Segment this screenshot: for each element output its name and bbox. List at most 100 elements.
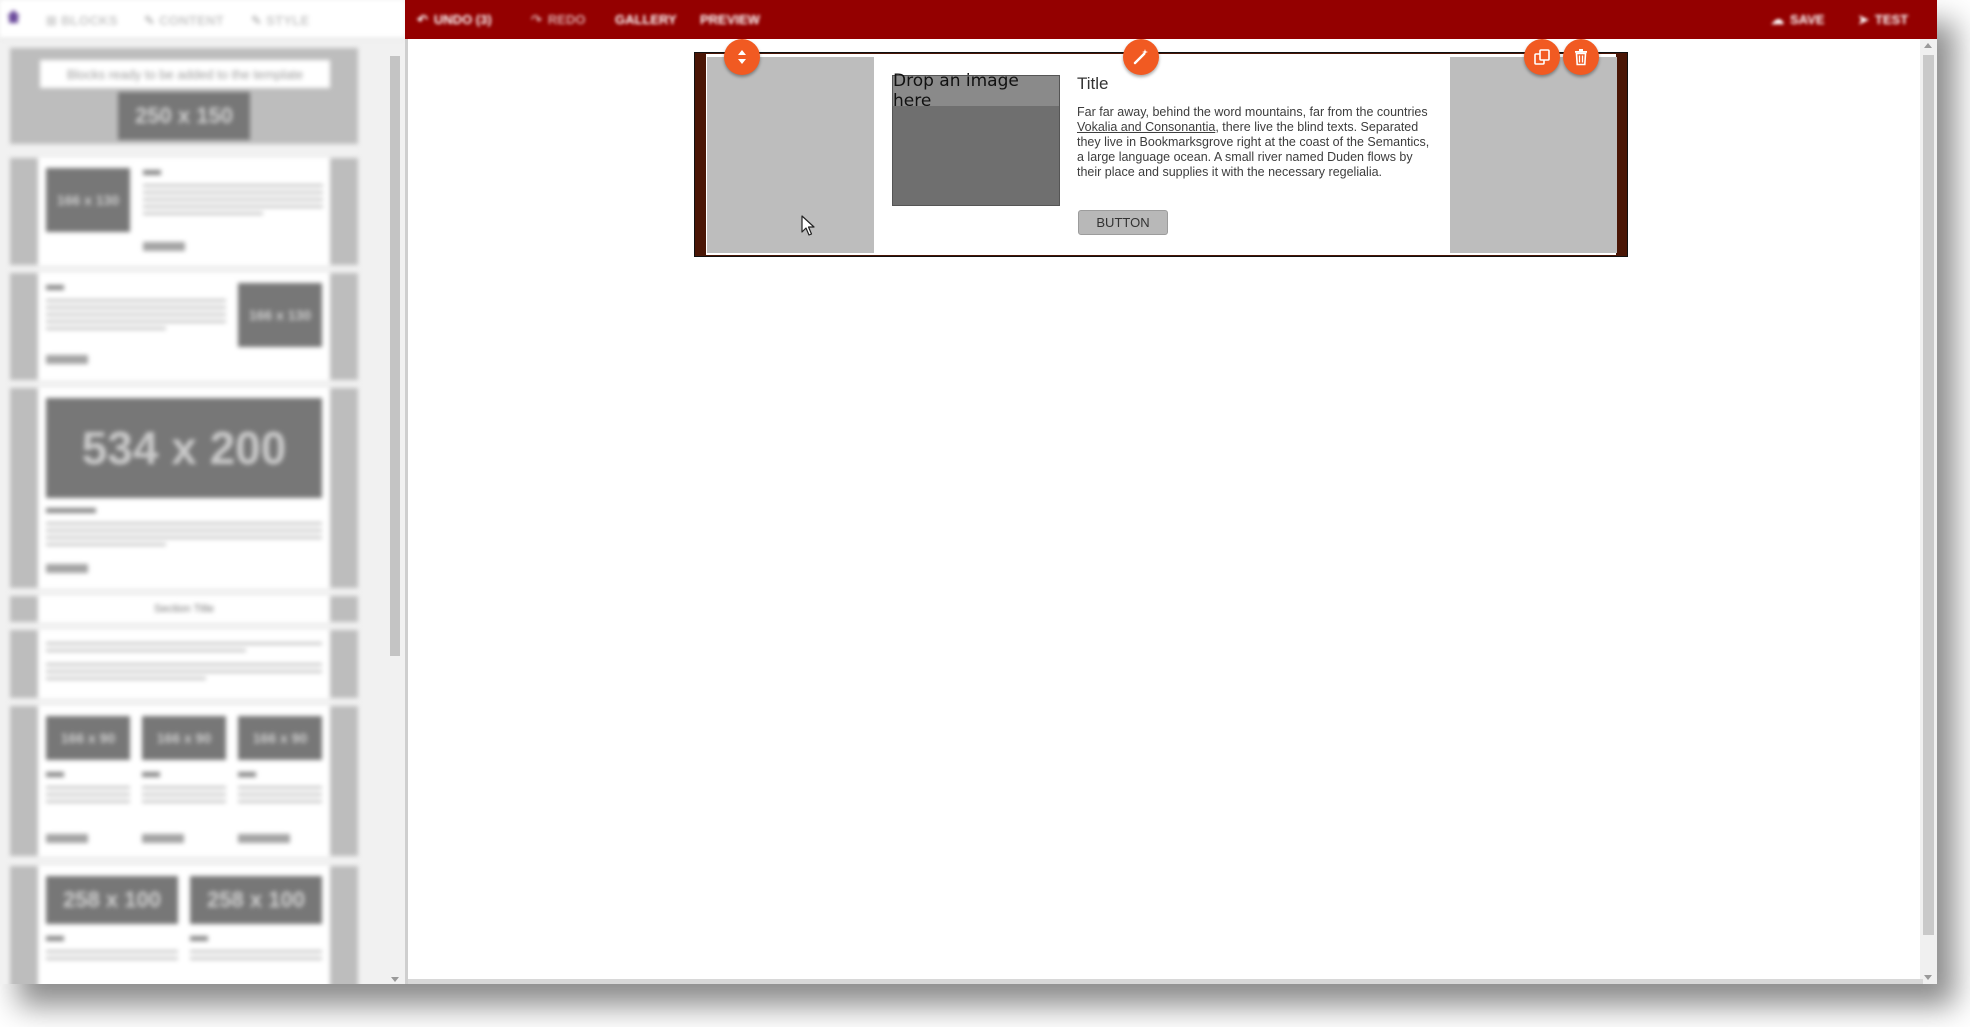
thumb-line [142, 786, 226, 789]
thumb-line [46, 800, 130, 803]
test-button[interactable]: ➤ TEST [1858, 0, 1908, 39]
thumb-button [143, 242, 185, 251]
preview-button[interactable]: PREVIEW [700, 0, 760, 39]
thumb-line [46, 642, 322, 645]
gallery-label: GALLERY [615, 12, 677, 27]
thumb-line [143, 212, 263, 215]
mouse-cursor-icon [801, 215, 815, 236]
move-icon [738, 50, 746, 64]
thumb-title [142, 772, 160, 777]
drop-zone-label: Drop an image here [893, 71, 1059, 111]
thumb-placeholder: 166 x 90 [142, 716, 226, 760]
blocks-scrollbar[interactable] [389, 44, 401, 984]
blocks-panel: ⊞ BLOCKS ✎ CONTENT ✎ STYLE Blocks ready … [0, 0, 405, 984]
thumb-placeholder: 166 x 130 [46, 168, 130, 232]
undo-label: UNDO (3) [433, 12, 492, 27]
thumb-line [190, 957, 322, 960]
thumb-line [46, 950, 178, 953]
thumb-title [46, 285, 64, 290]
panel-tabs: ⊞ BLOCKS ✎ CONTENT ✎ STYLE [0, 0, 405, 39]
thumb-line [46, 786, 130, 789]
block-text-start: Far far away, behind the word mountains,… [1077, 105, 1428, 119]
block-left-gutter[interactable] [707, 57, 874, 253]
trash-icon [1575, 49, 1587, 66]
thumb-line [46, 543, 166, 546]
thumb-line [46, 327, 166, 330]
blocks-scrollbar-thumb[interactable] [390, 56, 400, 656]
undo-icon: ↶ [417, 11, 428, 27]
thumb-line [46, 320, 226, 323]
redo-icon: ↷ [531, 11, 542, 27]
thumb-line [46, 649, 246, 652]
thumb-button [46, 564, 88, 573]
thumb-button [46, 834, 88, 843]
thumb-line [142, 793, 226, 796]
cloud-upload-icon: ☁ [1771, 11, 1784, 27]
thumb-section-title: Section Title [38, 596, 330, 622]
magic-wand-icon [1133, 49, 1148, 65]
scroll-up-arrow-icon[interactable] [1924, 43, 1932, 48]
move-block-button[interactable] [724, 39, 760, 75]
tab-content[interactable]: ✎ CONTENT [144, 13, 224, 29]
block-thumb-image[interactable]: Blocks ready to be added to the template… [10, 48, 358, 144]
delete-block-button[interactable] [1563, 39, 1599, 75]
redo-label: REDO [547, 12, 586, 27]
block-thumb-two-columns[interactable]: 258 x 100 258 x 100 [10, 866, 358, 984]
redo-button[interactable]: ↷ REDO [531, 0, 585, 39]
block-thumb-hero[interactable]: 534 x 200 [10, 388, 358, 588]
gallery-button[interactable]: GALLERY [615, 0, 677, 39]
thumb-placeholder: 166 x 90 [46, 716, 130, 760]
editor-window: ⊞ BLOCKS ✎ CONTENT ✎ STYLE Blocks ready … [0, 0, 1937, 984]
thumb-button [238, 834, 290, 843]
toolbar: ↶ UNDO (3) ↷ REDO GALLERY PREVIEW ☁ SAVE… [405, 0, 1937, 39]
block-button[interactable]: BUTTON [1078, 210, 1168, 235]
thumb-line [143, 191, 323, 194]
thumb-line [46, 670, 322, 673]
thumb-line [238, 793, 322, 796]
block-thumb-image-left[interactable]: 166 x 130 [10, 158, 358, 265]
thumb-line [46, 793, 130, 796]
thumb-placeholder: 258 x 100 [190, 876, 322, 924]
send-icon: ➤ [1858, 11, 1869, 27]
tab-style[interactable]: ✎ STYLE [251, 13, 310, 29]
thumb-placeholder: 258 x 100 [46, 876, 178, 924]
undo-button[interactable]: ↶ UNDO (3) [417, 0, 492, 39]
thumb-line [46, 306, 226, 309]
save-label: SAVE [1790, 12, 1825, 27]
home-icon[interactable] [6, 9, 21, 24]
thumb-line [142, 800, 226, 803]
tab-content-label: CONTENT [159, 13, 225, 28]
canvas-scrollbar[interactable] [1920, 39, 1937, 984]
block-right-gutter[interactable] [1450, 57, 1617, 253]
duplicate-block-button[interactable] [1524, 39, 1560, 75]
block-text[interactable]: Far far away, behind the word mountains,… [1077, 105, 1439, 180]
thumb-title [46, 772, 64, 777]
thumb-title [190, 936, 208, 941]
thumb-placeholder: 250 x 150 [118, 92, 250, 140]
thumb-button [46, 355, 88, 364]
test-label: TEST [1874, 12, 1909, 27]
block-title[interactable]: Title [1077, 74, 1109, 94]
scroll-down-arrow-icon[interactable] [391, 977, 399, 982]
save-button[interactable]: ☁ SAVE [1771, 0, 1824, 39]
scroll-down-arrow-icon[interactable] [1924, 975, 1932, 980]
block-text-link[interactable]: Vokalia and Consonantia [1077, 120, 1215, 134]
block-thumb-image-right[interactable]: 166 x 130 [10, 273, 358, 380]
canvas-scrollbar-thumb[interactable] [1923, 55, 1934, 935]
thumb-line [238, 800, 322, 803]
block-thumb-three-columns[interactable]: 166 x 90 166 x 90 166 x 90 [10, 706, 358, 856]
thumb-line [46, 663, 322, 666]
thumb-line [143, 184, 323, 187]
thumb-placeholder: 166 x 90 [238, 716, 322, 760]
thumb-line [46, 299, 226, 302]
thumb-placeholder: 534 x 200 [46, 398, 322, 498]
block-thumb-section-title[interactable]: Section Title [10, 596, 358, 622]
thumb-line [238, 786, 322, 789]
preview-label: PREVIEW [700, 12, 760, 27]
blocks-list[interactable]: Blocks ready to be added to the template… [0, 44, 405, 984]
image-drop-zone[interactable]: Drop an image here [892, 71, 1060, 206]
tab-blocks[interactable]: ⊞ BLOCKS [46, 13, 118, 29]
thumb-title [46, 508, 96, 513]
block-thumb-text[interactable] [10, 630, 358, 698]
edit-block-button[interactable] [1123, 39, 1159, 75]
